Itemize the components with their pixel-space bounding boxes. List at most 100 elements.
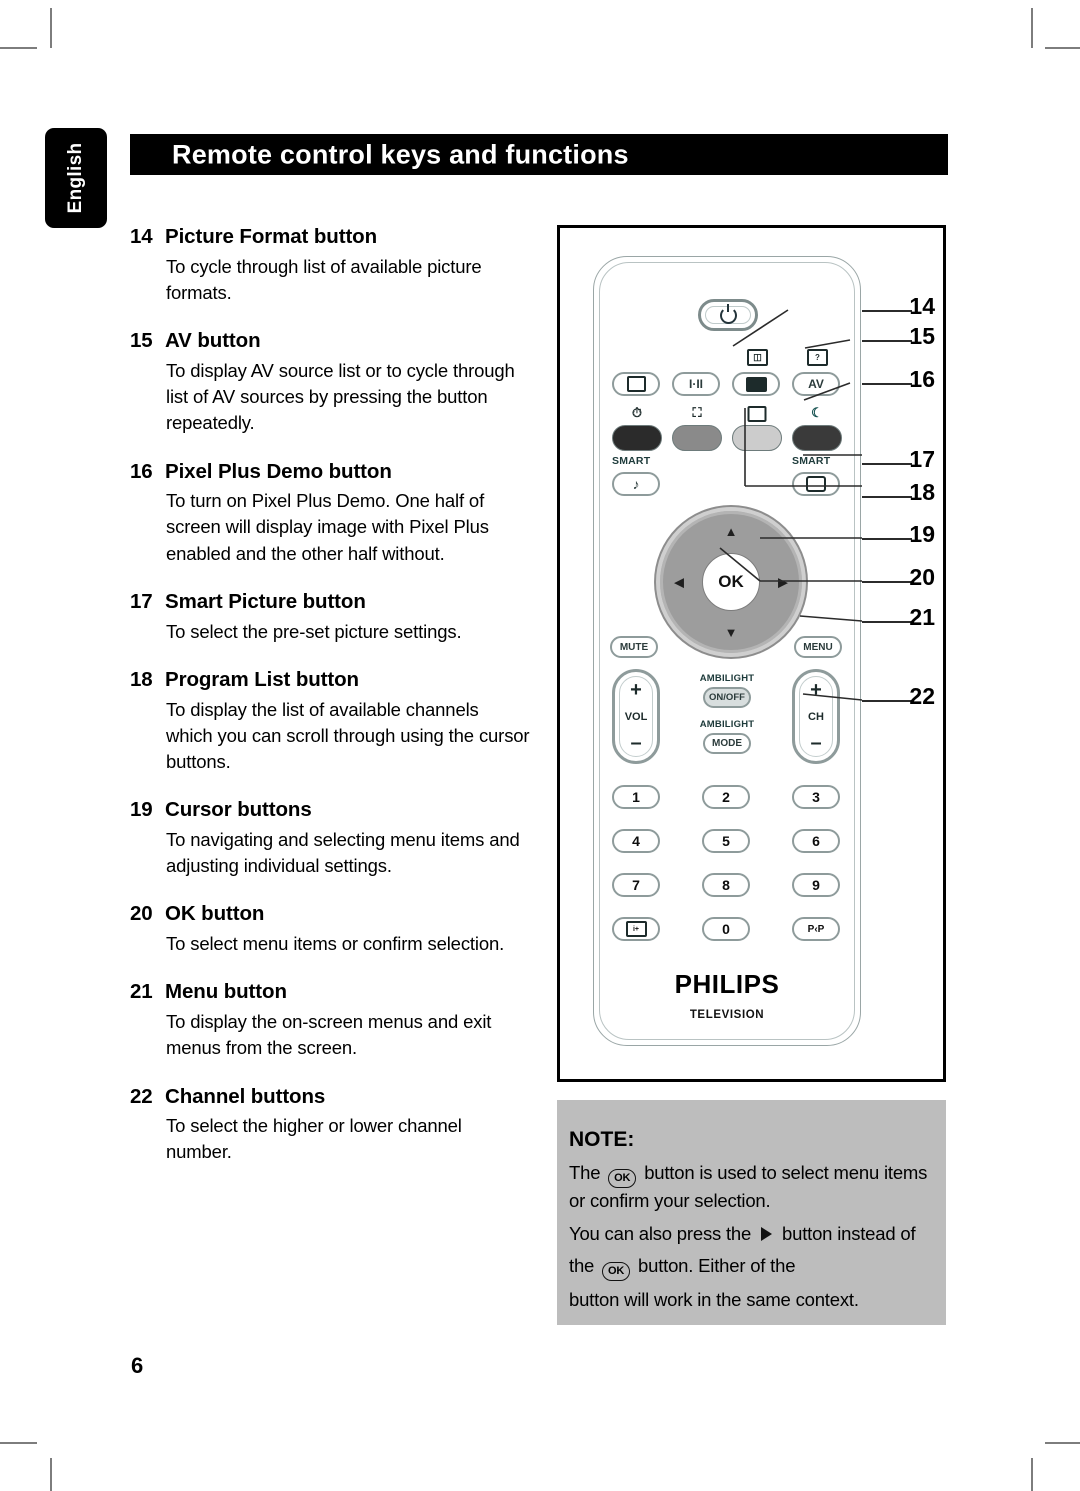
volume-down-label[interactable]: – (630, 733, 641, 753)
entry-title: Program List button (165, 667, 359, 691)
numeric-key-8[interactable]: 8 (702, 873, 750, 897)
picture-format-mini-icon: ◫ (747, 349, 768, 366)
ok-button[interactable]: OK (702, 553, 760, 611)
av-button[interactable]: AV (792, 372, 840, 396)
callout-17: 17 (909, 446, 935, 472)
teletext-button[interactable] (612, 372, 660, 396)
channel-label: CH (808, 710, 824, 723)
callout-18: 18 (909, 479, 935, 505)
ambilight-mode-button[interactable]: MODE (703, 733, 751, 754)
crop-mark-bottom-right-v (1031, 1458, 1033, 1491)
help-mini-icon: ? (807, 349, 828, 366)
callout-19: 19 (909, 521, 935, 547)
mute-button[interactable]: MUTE (610, 636, 658, 658)
callout-15: 15 (909, 323, 935, 349)
cursor-right-icon-inline (761, 1226, 773, 1241)
entry-number: 18 (130, 667, 153, 691)
note-paragraph-3: the OK button. Either of the (569, 1253, 934, 1282)
entry-body: To turn on Pixel Plus Demo. One half of … (166, 490, 489, 564)
entry-number: 19 (130, 798, 153, 822)
info-button[interactable]: i+ (612, 917, 660, 941)
callout-14: 14 (909, 293, 935, 319)
numeric-key-5[interactable]: 5 (702, 829, 750, 853)
green-color-button[interactable]: ⛶ (672, 406, 722, 451)
callout-22: 22 (909, 683, 935, 709)
numeric-key-2[interactable]: 2 (702, 785, 750, 809)
entry-heading: 15 AV button (130, 328, 530, 354)
sleep-timer-icon: ⏱ (631, 405, 643, 420)
picture-format-icon (745, 376, 767, 392)
music-note-icon: ♪ (632, 476, 640, 492)
ok-chip-icon-2: OK (602, 1262, 631, 1282)
smart-picture-button[interactable] (792, 472, 840, 496)
channel-up-label[interactable]: + (810, 680, 822, 700)
picture-format-button[interactable] (732, 372, 780, 396)
page-number: 6 (131, 1353, 144, 1378)
numeric-key-6[interactable]: 6 (792, 829, 840, 853)
crop-mark-top-right-v (1031, 8, 1033, 48)
entry-number: 15 (130, 329, 153, 353)
volume-rocker[interactable]: + VOL – (612, 669, 660, 764)
crop-mark-bottom-right-h (1045, 1442, 1080, 1444)
av-label: AV (808, 377, 824, 391)
power-icon (719, 306, 737, 324)
entry-title: Channel buttons (165, 1084, 326, 1108)
entry-body: To select the pre-set picture settings. (166, 620, 462, 642)
callout-20: 20 (909, 564, 935, 590)
menu-button[interactable]: MENU (794, 636, 842, 658)
entry-title: Menu button (165, 980, 287, 1004)
entry-heading: 18 Program List button (130, 667, 530, 693)
numeric-key-1[interactable]: 1 (612, 785, 660, 809)
numeric-key-4[interactable]: 4 (612, 829, 660, 853)
entry-14: 14 Picture Format button To cycle through … (130, 224, 530, 306)
cursor-down-icon[interactable]: ▼ (725, 626, 738, 639)
entry-heading: 16 Pixel Plus Demo button (130, 459, 530, 485)
smart-sound-button[interactable]: ♪ (612, 472, 660, 496)
entry-body: To display the list of available channel… (166, 698, 530, 773)
entry-title: Cursor buttons (165, 798, 312, 822)
numeric-key-7[interactable]: 7 (612, 873, 660, 897)
entry-number: 20 (130, 902, 153, 926)
entry-heading: 14 Picture Format button (130, 224, 530, 250)
entry-number: 21 (130, 980, 153, 1004)
entry-number: 17 (130, 590, 153, 613)
red-color-button[interactable]: ⏱ (612, 406, 662, 451)
blue-color-button[interactable]: ☾ (792, 406, 842, 451)
entry-20: 20 OK button To select menu items or confi… (130, 901, 530, 957)
power-button[interactable] (698, 299, 758, 331)
cursor-buttons[interactable]: ▲ ▼ ◀ ▶ OK (656, 507, 806, 657)
dual-sound-button[interactable]: I·II (672, 372, 720, 396)
numeric-key-3[interactable]: 3 (792, 785, 840, 809)
callout-16: 16 (909, 366, 935, 392)
volume-label: VOL (624, 710, 648, 723)
numeric-key-9[interactable]: 9 (792, 873, 840, 897)
program-list-icon (747, 406, 767, 422)
note-title: NOTE: (569, 1128, 635, 1151)
channel-down-label[interactable]: – (810, 733, 821, 753)
crop-mark-top-right-h (1045, 47, 1080, 49)
yellow-color-button[interactable] (732, 406, 782, 451)
entry-19: 19 Cursor buttons To navigating and select… (130, 797, 530, 879)
ambilight-mode-caption: AMBILIGHT (699, 719, 755, 730)
cursor-left-icon[interactable]: ◀ (674, 576, 684, 589)
remote-figure: ◫ ? I·II AV ⏱ ⛶ ☾ SMART SMART ♪ ▲ ▼ ◀ ▶ … (557, 225, 946, 1082)
note-p1-text-a: The (569, 1162, 601, 1183)
language-tab: English (45, 128, 107, 228)
channel-rocker[interactable]: + CH – (792, 669, 840, 764)
entry-body: To display AV source list or to cycle th… (166, 359, 515, 434)
numeric-key-0[interactable]: 0 (702, 917, 750, 941)
brand-subtitle: TELEVISION (689, 1009, 765, 1021)
note-paragraph-4: button will work in the same context. (569, 1289, 859, 1311)
entry-list: 14 Picture Format button To cycle through … (130, 224, 530, 1188)
note-p2-text-a: You can also press the (569, 1222, 752, 1244)
cursor-right-icon[interactable]: ▶ (778, 576, 788, 589)
page-title: Remote control keys and functions (172, 139, 629, 169)
dual-sound-label: I·II (689, 377, 703, 391)
language-tab-label: English (65, 142, 86, 214)
volume-up-label[interactable]: + (630, 680, 642, 700)
teletext-icon (626, 376, 646, 392)
cursor-up-icon[interactable]: ▲ (725, 525, 738, 538)
crop-mark-bottom-left-h (0, 1442, 37, 1444)
pip-button[interactable]: P‹P (792, 917, 840, 941)
ambilight-onoff-button[interactable]: ON/OFF (703, 687, 751, 708)
